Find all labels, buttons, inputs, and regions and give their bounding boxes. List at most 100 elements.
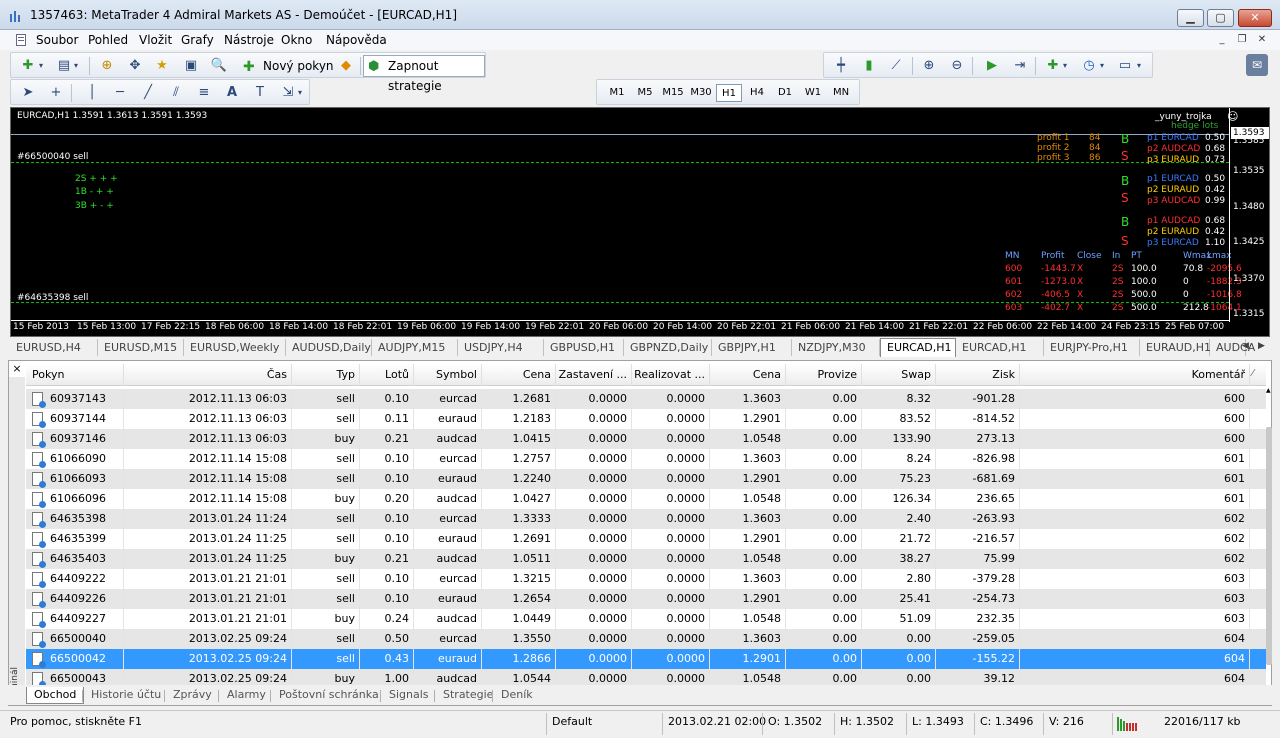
crosshair-icon[interactable]: +: [47, 84, 65, 102]
chart-tab[interactable]: EURUSD,Weekly: [184, 339, 286, 356]
market-watch-icon[interactable]: ⊕: [98, 57, 116, 75]
table-row[interactable]: 60937146 2012.11.13 06:03 buy 0.21 audcad 1.0…: [26, 429, 1266, 449]
terminal-tab[interactable]: Obchod: [26, 687, 85, 704]
menu-okno[interactable]: Okno: [281, 33, 312, 47]
tab-scroll-left-icon[interactable]: ◀: [1242, 341, 1249, 351]
table-row[interactable]: 64409227 2013.01.21 21:01 buy 0.24 audcad 1.0…: [26, 609, 1266, 629]
candlestick-icon[interactable]: ▮: [860, 57, 878, 75]
cursor-icon[interactable]: ➤: [19, 84, 37, 102]
timeframe-m5[interactable]: M5: [632, 84, 658, 102]
templates-icon[interactable]: ▭: [1116, 57, 1134, 75]
dropdown-arrow-icon[interactable]: ▾: [295, 84, 305, 102]
chart-tab[interactable]: EURUSD,M15: [98, 339, 184, 356]
chart-tab[interactable]: EURCAD,H1: [956, 339, 1044, 356]
table-row[interactable]: 64409222 2013.01.21 21:01 sell 0.10 eurcad 1.…: [26, 569, 1266, 589]
table-row[interactable]: 64635403 2013.01.24 11:25 buy 0.21 audcad 1.0…: [26, 549, 1266, 569]
terminal-tab[interactable]: Deník: [494, 687, 540, 704]
table-row[interactable]: 60937144 2012.11.13 06:03 sell 0.11 euraud 1.…: [26, 409, 1266, 429]
table-row[interactable]: 64635399 2013.01.24 11:25 sell 0.10 euraud 1.…: [26, 529, 1266, 549]
equidistant-channel-icon[interactable]: ⫽: [167, 84, 185, 102]
bar-chart-icon[interactable]: ┿: [832, 57, 850, 75]
warning-icon[interactable]: ◆: [337, 57, 355, 75]
timeframe-m1[interactable]: M1: [604, 84, 630, 102]
maximize-button[interactable]: ▢: [1207, 9, 1234, 27]
data-window-icon[interactable]: ✥: [126, 57, 144, 75]
timeframe-h4[interactable]: H4: [744, 84, 770, 102]
chart-tab[interactable]: EURCAD,H1: [880, 338, 956, 357]
chart-tab[interactable]: AUDJPY,M15: [372, 339, 458, 356]
chart-tab[interactable]: EURJPY-Pro,H1: [1044, 339, 1140, 356]
terminal-tab[interactable]: Historie účtu: [84, 687, 168, 704]
text-label-icon[interactable]: T: [251, 84, 269, 102]
scroll-up-icon[interactable]: ▲: [1266, 387, 1272, 397]
horizontal-line-icon[interactable]: ─: [111, 84, 129, 102]
table-row[interactable]: 61066090 2012.11.14 15:08 sell 0.10 eurcad 1.…: [26, 449, 1266, 469]
menu-nastroje[interactable]: Nástroje: [224, 33, 274, 47]
terminal-tab[interactable]: Strategie: [436, 687, 500, 704]
chart-tab[interactable]: EURUSD,H4: [10, 339, 98, 356]
terminal-tab[interactable]: Zprávy: [166, 687, 219, 704]
timeframe-w1[interactable]: W1: [800, 84, 826, 102]
fibonacci-icon[interactable]: ≡: [195, 84, 213, 102]
column-header[interactable]: Pokyn: [26, 364, 124, 386]
column-header[interactable]: Zastavení ...: [556, 364, 632, 386]
terminal-tab[interactable]: Poštovní schránka: [272, 687, 386, 704]
column-header[interactable]: Symbol: [414, 364, 482, 386]
terminal-tab[interactable]: Alarmy: [220, 687, 273, 704]
zoom-out-icon[interactable]: ⊖: [948, 57, 966, 75]
table-row[interactable]: 66500040 2013.02.25 09:24 sell 0.50 eurcad 1.…: [26, 629, 1266, 649]
chart-tab[interactable]: USDJPY,H4: [458, 339, 544, 356]
column-header[interactable]: Cena: [710, 364, 786, 386]
timeframe-h1[interactable]: H1: [716, 84, 742, 102]
timeframe-d1[interactable]: D1: [772, 84, 798, 102]
navigator-icon[interactable]: ★: [153, 57, 171, 75]
menu-pohled[interactable]: Pohled: [88, 33, 128, 47]
vertical-line-icon[interactable]: │: [83, 84, 101, 102]
chart-tab[interactable]: AUDUSD,Daily: [286, 339, 372, 356]
mdi-restore-button[interactable]: ❐: [1234, 33, 1250, 47]
mdi-minimize-button[interactable]: _: [1214, 33, 1230, 47]
dropdown-arrow-icon[interactable]: ▾: [71, 57, 81, 75]
line-chart-icon[interactable]: ⟋: [887, 57, 905, 75]
connection-status-icon[interactable]: [1117, 717, 1139, 731]
table-row[interactable]: 66500042 2013.02.25 09:24 sell 0.43 euraud 1.…: [26, 649, 1266, 669]
dropdown-arrow-icon[interactable]: ▾: [1060, 57, 1070, 75]
menu-soubor[interactable]: Soubor: [36, 33, 78, 47]
auto-scroll-icon[interactable]: ▶: [983, 57, 1001, 75]
dropdown-arrow-icon[interactable]: ▾: [36, 57, 46, 75]
table-row[interactable]: 61066093 2012.11.14 15:08 sell 0.10 euraud 1.…: [26, 469, 1266, 489]
chart-tab[interactable]: EURAUD,H1: [1140, 339, 1211, 356]
column-header[interactable]: Čas: [124, 364, 292, 386]
chart-tab[interactable]: GBPUSD,H1: [544, 339, 624, 356]
table-row[interactable]: 64635398 2013.01.24 11:24 sell 0.10 eurcad 1.…: [26, 509, 1266, 529]
new-order-button[interactable]: ✚ Nový pokyn: [238, 55, 339, 77]
column-header[interactable]: Realizovat ...: [632, 364, 710, 386]
timeframe-m15[interactable]: M15: [660, 84, 686, 102]
menu-vlozit[interactable]: Vložit: [139, 33, 172, 47]
new-chart-icon[interactable]: ✚: [19, 57, 37, 75]
column-header[interactable]: Swap: [862, 364, 936, 386]
chart-tab[interactable]: NZDJPY,M30: [792, 339, 880, 356]
autotrading-button[interactable]: ⬢ Zapnout strategie: [363, 55, 485, 93]
chart-tab[interactable]: GBPJPY,H1: [712, 339, 792, 356]
tab-scroll-right-icon[interactable]: ▶: [1258, 341, 1265, 351]
trendline-icon[interactable]: ╱: [139, 84, 157, 102]
dropdown-arrow-icon[interactable]: ▾: [1097, 57, 1107, 75]
column-header[interactable]: Zisk: [936, 364, 1020, 386]
minimize-button[interactable]: ▁: [1177, 9, 1204, 27]
text-icon[interactable]: A: [223, 84, 241, 102]
timeframe-m30[interactable]: M30: [688, 84, 714, 102]
table-row[interactable]: 64409226 2013.01.21 21:01 sell 0.10 euraud 1.…: [26, 589, 1266, 609]
sort-indicator-icon[interactable]: ⁄: [1252, 368, 1254, 379]
terminal-icon[interactable]: ▣: [182, 57, 200, 75]
timeframe-mn[interactable]: MN: [828, 84, 854, 102]
chart-tab[interactable]: GBPNZD,Daily: [624, 339, 712, 356]
terminal-tab[interactable]: Signals: [382, 687, 436, 704]
menu-napoveda[interactable]: Nápověda: [326, 33, 387, 47]
periods-icon[interactable]: ◷: [1080, 57, 1098, 75]
notifications-icon[interactable]: ✉: [1246, 54, 1268, 76]
chart-shift-icon[interactable]: ⇥: [1011, 57, 1029, 75]
column-header[interactable]: Provize: [786, 364, 862, 386]
close-button[interactable]: ✕: [1238, 9, 1272, 27]
scrollbar-thumb[interactable]: [1266, 427, 1272, 665]
